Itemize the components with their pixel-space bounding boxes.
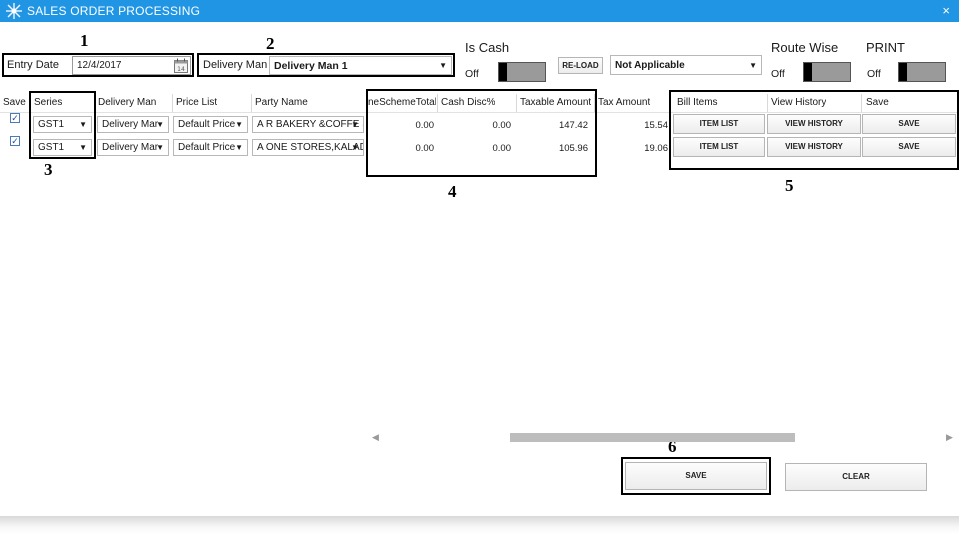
tax-amount-cell: 19.06 [644,143,668,154]
delivery-man-label: Delivery Man [203,59,268,71]
print-state: Off [867,68,881,80]
price-list-value: Default Price [178,142,236,153]
row-delivery-man-dropdown[interactable]: Delivery Mar ▼ [97,139,169,156]
party-name-value: A ONE STORES,KALADY [257,142,364,153]
header-delivery-man: Delivery Man [98,97,157,108]
is-cash-toggle[interactable] [498,62,546,82]
chevron-down-icon: ▼ [439,61,447,70]
route-wise-toggle[interactable] [803,62,851,82]
price-list-value: Default Price [178,119,236,130]
callout-2: 2 [266,34,275,53]
toggle-knob [899,63,907,81]
chevron-down-icon: ▼ [235,143,243,152]
tax-amount-cell: 15.54 [644,120,668,131]
row-delivery-man-value: Delivery Mar [102,119,159,130]
burst-logo-icon [6,3,22,19]
cash-disc-cell: 0.00 [492,143,512,154]
is-cash-state: Off [465,68,479,80]
applicability-value: Not Applicable [615,60,685,71]
row-save-checkbox[interactable]: ✓ [10,113,20,123]
window-title: SALES ORDER PROCESSING [27,4,201,18]
row-delivery-man-value: Delivery Mar [102,142,159,153]
entry-date-field[interactable]: 12/4/2017 14 [72,56,191,75]
save-button[interactable]: SAVE [625,462,767,490]
route-wise-label: Route Wise [771,40,839,55]
chevron-down-icon: ▼ [351,143,359,152]
cash-disc-cell: 0.00 [492,120,512,131]
row-save-button[interactable]: SAVE [862,137,956,157]
toggle-knob [499,63,507,81]
view-history-button[interactable]: VIEW HISTORY [767,114,861,134]
title-bar: SALES ORDER PROCESSING × [0,0,959,22]
column-separator [172,94,173,112]
chevron-down-icon: ▼ [749,61,757,70]
header-tax-amount: Tax Amount [598,97,651,108]
applicability-dropdown[interactable]: Not Applicable ▼ [610,55,762,75]
price-list-dropdown[interactable]: Default Price ▼ [173,116,248,133]
chevron-down-icon: ▼ [156,143,164,152]
chevron-down-icon: ▼ [79,143,87,152]
taxable-amount-cell: 147.42 [558,120,588,131]
close-icon[interactable]: × [942,3,950,18]
chevron-down-icon: ▼ [156,120,164,129]
chevron-down-icon: ▼ [235,120,243,129]
horizontal-scrollbar[interactable] [510,433,795,442]
callout-4: 4 [448,182,457,201]
series-dropdown[interactable]: GST1 ▼ [33,116,92,133]
window-shadow [0,516,959,534]
chevron-down-icon: ▼ [79,120,87,129]
entry-date-label: Entry Date [7,59,59,71]
row-save-checkbox[interactable]: ✓ [10,136,20,146]
clear-button[interactable]: CLEAR [785,463,927,491]
calendar-icon[interactable]: 14 [174,58,188,73]
toggle-knob [804,63,812,81]
column-separator [251,94,252,112]
header-save-check: Save [3,97,26,108]
series-dropdown[interactable]: GST1 ▼ [33,139,92,156]
series-value: GST1 [38,119,65,130]
chevron-down-icon: ▼ [351,120,359,129]
callout-5: 5 [785,176,794,195]
header-price-list: Price List [176,97,218,108]
delivery-man-value: Delivery Man 1 [274,60,348,72]
scheme-total-cell: 0.00 [415,120,435,131]
is-cash-label: Is Cash [465,40,510,55]
header-party-name: Party Name [255,97,308,108]
view-history-button[interactable]: VIEW HISTORY [767,137,861,157]
price-list-dropdown[interactable]: Default Price ▼ [173,139,248,156]
party-name-dropdown[interactable]: A R BAKERY &COFFE SI ▼ [252,116,364,133]
scroll-right-icon[interactable]: ▶ [946,432,953,443]
scheme-total-cell: 0.00 [415,143,435,154]
entry-date-value: 12/4/2017 [77,60,122,71]
party-name-value: A R BAKERY &COFFE SI [257,119,364,130]
amounts-highlight [366,89,597,177]
reload-button[interactable]: RE-LOAD [558,57,603,74]
series-value: GST1 [38,142,65,153]
scroll-left-icon[interactable]: ◀ [372,432,379,443]
svg-text:14: 14 [177,66,185,73]
callout-3: 3 [44,160,53,179]
item-list-button[interactable]: ITEM LIST [673,137,765,157]
taxable-amount-cell: 105.96 [558,143,588,154]
route-wise-state: Off [771,68,785,80]
party-name-dropdown[interactable]: A ONE STORES,KALADY ▼ [252,139,364,156]
print-label: PRINT [866,40,905,55]
row-delivery-man-dropdown[interactable]: Delivery Mar ▼ [97,116,169,133]
item-list-button[interactable]: ITEM LIST [673,114,765,134]
delivery-man-dropdown[interactable]: Delivery Man 1 ▼ [269,56,452,75]
row-save-button[interactable]: SAVE [862,114,956,134]
callout-1: 1 [80,31,89,50]
print-toggle[interactable] [898,62,946,82]
